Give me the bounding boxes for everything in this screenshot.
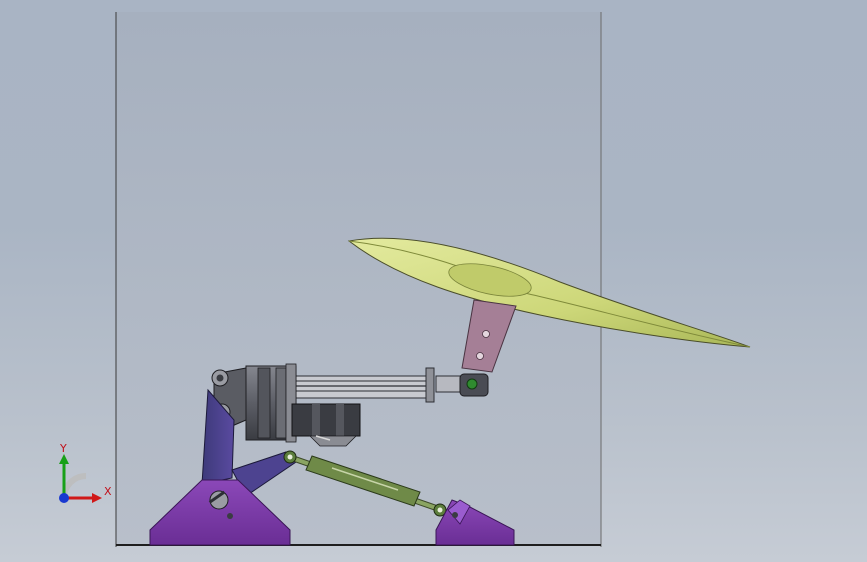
actuator-motor bbox=[291, 403, 361, 437]
triad-x-label: X bbox=[104, 485, 112, 498]
triad-y-label: Y bbox=[59, 442, 67, 455]
assembly-model[interactable] bbox=[0, 0, 867, 562]
rod-end-pin bbox=[466, 378, 478, 390]
triad-x-arrow bbox=[92, 493, 102, 503]
triad-y-arrow bbox=[59, 454, 69, 464]
cad-viewport[interactable]: Y X bbox=[0, 0, 867, 562]
actuator-rod bbox=[295, 375, 435, 399]
orientation-triad[interactable]: Y X bbox=[44, 440, 124, 510]
triad-z-axis bbox=[59, 493, 69, 503]
